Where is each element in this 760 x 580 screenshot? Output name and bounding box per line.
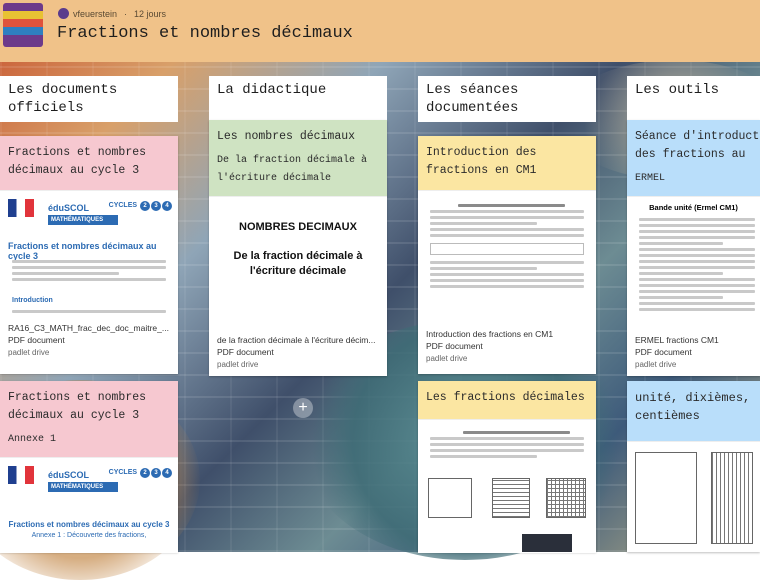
file-name[interactable]: Introduction des fractions en CM1 — [426, 329, 588, 339]
post-heading: Introduction des fractions en CM1 — [418, 136, 596, 190]
post-card[interactable]: Les fractions décimales — [418, 381, 596, 553]
file-type: PDF document — [635, 347, 692, 357]
post-card[interactable]: Fractions et nombres décimaux au cycle 3… — [0, 136, 178, 374]
pdf-thumbnail[interactable] — [418, 190, 596, 325]
column-title: Les documents officiels — [0, 76, 178, 122]
post-title: Fractions et nombres décimaux au cycle 3 — [8, 391, 147, 422]
pdf-thumbnail[interactable] — [418, 419, 596, 553]
post-title: Fractions et nombres décimaux au cycle 3 — [8, 146, 147, 177]
doc-subtitle: Annexe 1 : Découverte des fractions, — [31, 532, 147, 539]
column-seances-documentees: Les séances documentées — [418, 76, 596, 122]
column-title: Les séances documentées — [418, 76, 596, 122]
post-heading: Fractions et nombres décimaux au cycle 3 — [0, 136, 178, 190]
maths-banner: MATHÉMATIQUES — [48, 215, 118, 225]
post-heading: Séance d'introduction des fractions au E… — [627, 120, 760, 196]
file-type: PDF document — [8, 335, 65, 345]
republique-flag-icon — [8, 466, 34, 484]
board-title: Fractions et nombres décimaux — [57, 24, 353, 43]
padlet-logo-icon[interactable] — [3, 3, 43, 47]
doc-section: Introduction — [12, 297, 53, 304]
attachment-meta: RA16_C3_MATH_frac_dec_doc_maitre_... PDF… — [0, 319, 178, 363]
pdf-thumbnail[interactable]: éduSCOL MATHÉMATIQUES CYCLES 234 Fractio… — [0, 190, 178, 319]
post-subtitle: ERMEL — [635, 173, 666, 184]
file-source: padlet drive — [426, 354, 468, 363]
pdf-thumbnail[interactable]: Bande unité (Ermel CM1) — [627, 196, 760, 331]
doc-title: Fractions et nombres décimaux au cycle 3 — [8, 520, 170, 529]
column-title: Les outils — [627, 76, 760, 122]
post-title: Séance d'introduction des fractions au — [635, 130, 760, 161]
file-name[interactable]: de la fraction décimale à l'écriture déc… — [217, 335, 379, 345]
pdf-thumbnail[interactable]: éduSCOL MATHÉMATIQUES CYCLES 234 Fractio… — [0, 457, 178, 553]
attachment-meta: Introduction des fractions en CM1 PDF do… — [418, 325, 596, 369]
post-card[interactable]: Séance d'introduction des fractions au E… — [627, 120, 760, 376]
post-heading: Fractions et nombres décimaux au cycle 3… — [0, 381, 178, 457]
cycle-4: 4 — [162, 201, 172, 211]
file-source: padlet drive — [217, 360, 259, 369]
column-documents-officiels: Les documents officiels — [0, 76, 178, 122]
column-title: La didactique — [209, 76, 387, 122]
cycle-4: 4 — [162, 468, 172, 478]
pdf-thumbnail[interactable]: NOMBRES DECIMAUX De la fraction décimale… — [209, 196, 387, 331]
post-title: Les nombres décimaux — [217, 130, 356, 143]
cycles-badge: CYCLES 234 — [109, 468, 172, 478]
cycle-2: 2 — [140, 201, 150, 211]
post-card[interactable]: unité, dixièmes, centièmes — [627, 381, 760, 552]
cycle-3: 3 — [151, 468, 161, 478]
file-source: padlet drive — [635, 360, 677, 369]
column-outils: Les outils — [627, 76, 760, 122]
add-post-button[interactable]: + — [293, 398, 313, 418]
file-name[interactable]: ERMEL fractions CM1 — [635, 335, 752, 345]
file-source: padlet drive — [8, 348, 50, 357]
post-title: unité, dixièmes, centièmes — [635, 391, 751, 423]
post-title: Introduction des fractions en CM1 — [426, 146, 537, 177]
pdf-thumbnail[interactable] — [627, 441, 760, 552]
file-type: PDF document — [426, 341, 483, 351]
avatar[interactable] — [58, 8, 69, 19]
doc-title: NOMBRES DECIMAUX — [239, 221, 357, 233]
author-name[interactable]: vfeuerstein — [73, 9, 117, 19]
column-didactique: La didactique — [209, 76, 387, 122]
separator: · — [124, 8, 128, 19]
file-type: PDF document — [217, 347, 274, 357]
cycles-badge: CYCLES 234 — [109, 201, 172, 211]
post-subtitle: De la fraction décimale à l'écriture déc… — [217, 155, 368, 184]
post-age: 12 jours — [134, 8, 167, 19]
post-title: Les fractions décimales — [426, 391, 585, 404]
cycle-3: 3 — [151, 201, 161, 211]
republique-flag-icon — [8, 199, 34, 217]
doc-subtitle: De la fraction décimale à l'écriture déc… — [233, 250, 363, 277]
post-subtitle: Annexe 1 — [8, 434, 57, 445]
cycles-label: CYCLES — [108, 469, 138, 476]
post-heading: unité, dixièmes, centièmes — [627, 381, 760, 441]
eduscol-logo: éduSCOL — [48, 203, 90, 213]
board-header: vfeuerstein · 12 jours Fractions et nomb… — [0, 0, 760, 62]
post-card[interactable]: Introduction des fractions en CM1 Introd… — [418, 136, 596, 374]
post-heading: Les nombres décimaux De la fraction déci… — [209, 120, 387, 196]
cycles-label: CYCLES — [108, 202, 138, 209]
author-row: vfeuerstein · 12 jours — [58, 8, 166, 19]
post-heading: Les fractions décimales — [418, 381, 596, 419]
post-card[interactable]: Les nombres décimaux De la fraction déci… — [209, 120, 387, 376]
cycle-2: 2 — [140, 468, 150, 478]
post-card[interactable]: Fractions et nombres décimaux au cycle 3… — [0, 381, 178, 553]
eduscol-logo: éduSCOL — [48, 470, 90, 480]
doc-title: Bande unité (Ermel CM1) — [649, 203, 738, 212]
maths-banner: MATHÉMATIQUES — [48, 482, 118, 492]
attachment-meta: de la fraction décimale à l'écriture déc… — [209, 331, 387, 375]
attachment-meta: ERMEL fractions CM1 PDF document padlet … — [627, 331, 760, 375]
file-name[interactable]: RA16_C3_MATH_frac_dec_doc_maitre_... — [8, 323, 170, 333]
